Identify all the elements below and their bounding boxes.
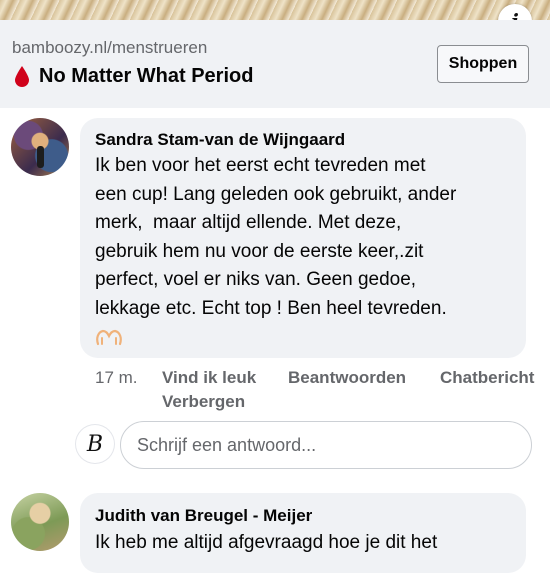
- page-avatar-glyph: B: [86, 431, 104, 457]
- like-button[interactable]: Vind ik leuk: [162, 368, 256, 388]
- comment-line: perfect, voel er niks van. Geen gedoe,: [95, 269, 417, 290]
- comment-text: Ik heb me altijd afgevraagd hoe je dit h…: [95, 529, 520, 558]
- comment-author[interactable]: Sandra Stam-van de Wijngaard: [95, 130, 345, 150]
- reply-button[interactable]: Beantwoorden: [288, 368, 406, 388]
- ad-url: bamboozy.nl/menstrueren: [12, 38, 208, 57]
- comment-line: Ik heb me altijd afgevraagd hoe je dit h…: [95, 532, 438, 553]
- comment-text: Ik ben voor het eerst echt tevreden met …: [95, 152, 520, 323]
- heart-hands-icon: [96, 329, 122, 346]
- avatar[interactable]: [11, 493, 69, 551]
- comment-author[interactable]: Judith van Breugel - Meijer: [95, 506, 312, 526]
- blood-drop-icon: [15, 65, 29, 87]
- comment-line: gebruik hem nu voor de eerste keer,.zit: [95, 240, 424, 262]
- chat-button[interactable]: Chatbericht: [440, 368, 534, 388]
- shop-button[interactable]: Shoppen: [437, 45, 529, 83]
- comment-line: lekkage etc. Echt top ! Ben heel tevrede…: [95, 297, 447, 319]
- ad-title: No Matter What Period: [39, 65, 254, 87]
- comment-line: een cup! Lang geleden ook gebruikt, ande…: [95, 183, 457, 205]
- hide-button[interactable]: Verbergen: [162, 392, 245, 412]
- page-avatar[interactable]: B: [76, 425, 114, 463]
- ad-title-row: No Matter What Period: [12, 65, 253, 88]
- comment-line: merk, maar altijd ellende. Met deze,: [95, 212, 402, 233]
- ad-image[interactable]: [0, 0, 550, 20]
- comment-time: 17 m.: [95, 368, 138, 387]
- comment-line: Ik ben voor het eerst echt tevreden met: [95, 155, 426, 176]
- avatar[interactable]: [11, 118, 69, 176]
- reply-input[interactable]: [120, 421, 532, 469]
